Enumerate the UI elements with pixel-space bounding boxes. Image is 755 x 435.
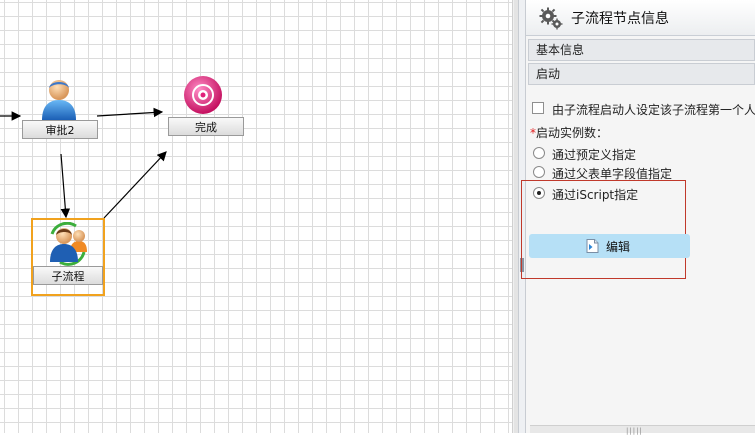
connector-subprocess-to-complete: [103, 151, 167, 219]
node-label: 完成: [168, 117, 244, 136]
node-complete[interactable]: 完成: [168, 75, 244, 140]
node-label: 子流程: [33, 266, 103, 285]
node-label: 审批2: [22, 120, 98, 139]
edit-script-icon: [586, 239, 599, 253]
radio-button[interactable]: [533, 166, 545, 178]
disc-icon: [184, 76, 222, 114]
scroll-grip[interactable]: |||||: [626, 427, 643, 435]
section-basic-info[interactable]: 基本信息: [528, 39, 755, 61]
radio-label: 通过预定义指定: [552, 148, 637, 162]
instances-label-text: 启动实例数：: [536, 126, 609, 140]
node-subprocess[interactable]: 子流程: [31, 218, 105, 296]
panel-header: 子流程节点信息: [526, 0, 755, 36]
first-person-checkbox[interactable]: [532, 102, 544, 114]
connector-approve-to-subprocess: [60, 153, 71, 219]
panel-title: 子流程节点信息: [571, 11, 669, 27]
connector-approve-to-complete: [96, 107, 164, 118]
edit-button-label: 编辑: [606, 240, 631, 254]
node-approve2[interactable]: 审批2: [22, 76, 98, 144]
radio-button[interactable]: [533, 147, 545, 159]
checkbox-label: 由子流程启动人设定该子流程第一个人: [552, 103, 755, 117]
connector-lines: [0, 107, 167, 219]
section-start[interactable]: 启动: [528, 63, 755, 85]
gear-icon: [539, 7, 563, 30]
highlight-box: [521, 180, 686, 279]
workflow-canvas[interactable]: 审批2 完成 子流程: [0, 0, 512, 433]
user-icon: [42, 80, 76, 120]
panel-scrollbar[interactable]: |||||: [530, 425, 755, 435]
edit-button[interactable]: 编辑: [529, 234, 690, 258]
instances-label: *启动实例数：: [530, 124, 608, 141]
subprocess-icon: [50, 222, 87, 266]
first-person-checkbox-row[interactable]: 由子流程启动人设定该子流程第一个人: [532, 101, 755, 117]
